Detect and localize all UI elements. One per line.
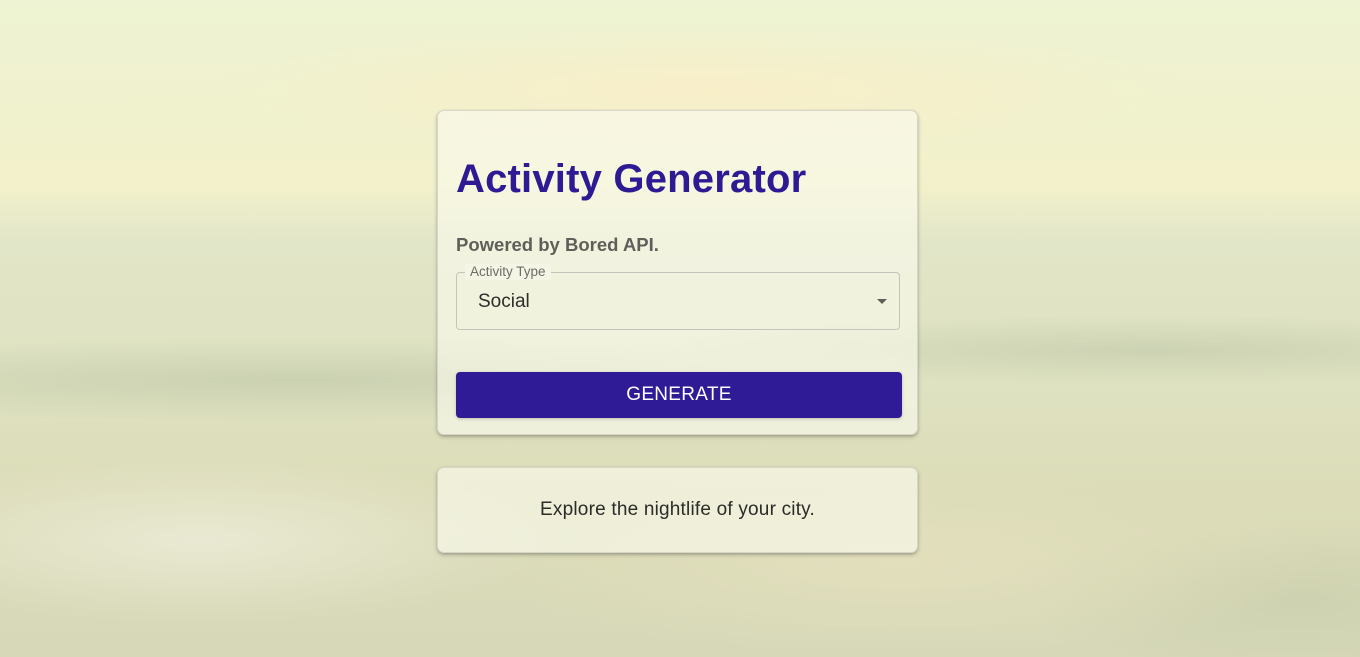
caret-down-icon[interactable] xyxy=(877,299,887,304)
activity-generator-card: Activity Generator Powered by Bored API.… xyxy=(437,110,918,435)
activity-type-select[interactable]: Activity Type Social xyxy=(456,264,900,330)
page-subtitle: Powered by Bored API. xyxy=(456,234,659,255)
activity-type-value: Social xyxy=(478,291,530,312)
activity-result-text: Explore the nightlife of your city. xyxy=(540,499,815,520)
generate-button[interactable]: GENERATE xyxy=(456,372,902,418)
page-title: Activity Generator xyxy=(456,157,807,201)
activity-type-label: Activity Type xyxy=(465,264,551,280)
activity-result-card: Explore the nightlife of your city. xyxy=(437,467,918,553)
